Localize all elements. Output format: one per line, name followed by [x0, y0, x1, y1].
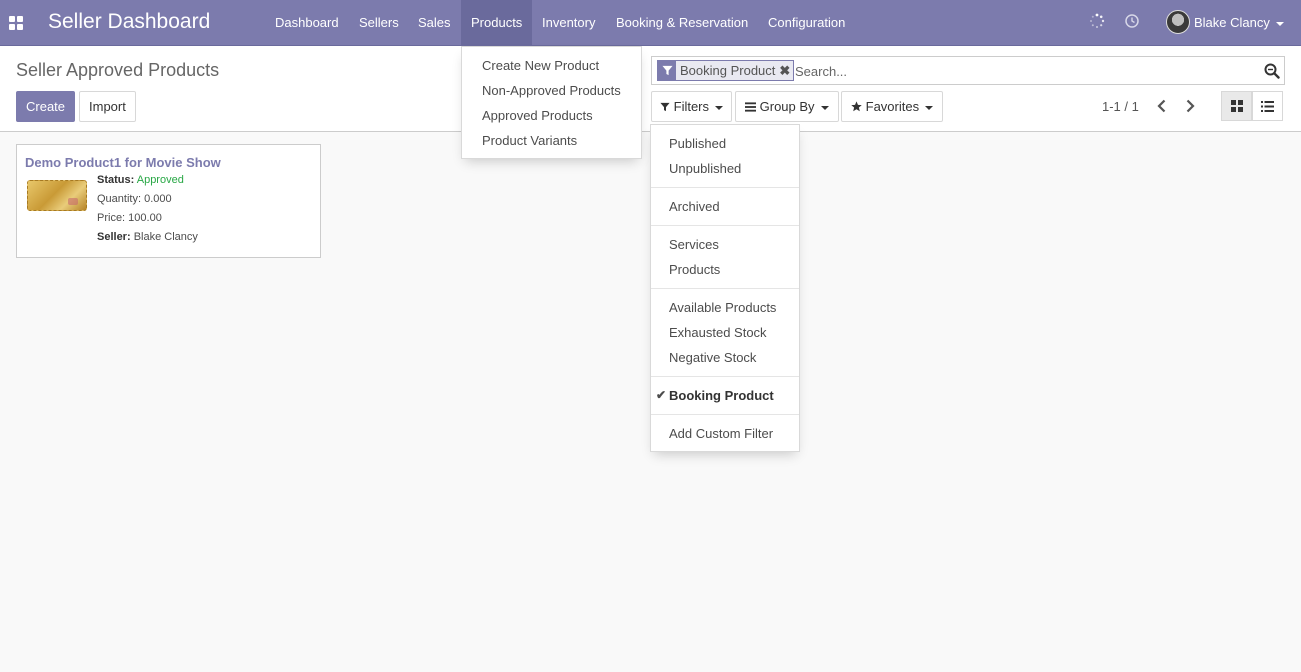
filter-booking-product-label: Booking Product [669, 388, 774, 403]
product-name[interactable]: Demo Product1 for Movie Show [25, 155, 221, 170]
avatar[interactable] [1166, 10, 1190, 34]
menu-divider [651, 187, 799, 188]
menu-sellers[interactable]: Sellers [349, 0, 409, 45]
menu-create-new-product[interactable]: Create New Product [462, 53, 641, 78]
filter-icon [658, 61, 676, 80]
quantity-line: Quantity: 0.000 [97, 193, 172, 205]
menu-inventory[interactable]: Inventory [532, 0, 605, 45]
pager-value[interactable]: 1-1 / 1 [1102, 99, 1139, 114]
menu-booking-reservation[interactable]: Booking & Reservation [606, 0, 758, 45]
filters-label: Filters [673, 99, 710, 114]
caret-down-icon [925, 105, 934, 110]
clock-icon[interactable] [1124, 13, 1140, 29]
filter-available-products[interactable]: Available Products [651, 295, 799, 320]
menu-dashboard[interactable]: Dashboard [265, 0, 349, 45]
star-icon [851, 101, 862, 112]
app-title: Seller Dashboard [48, 10, 211, 33]
kanban-grid-icon [1230, 100, 1243, 112]
menu-products[interactable]: Products [461, 0, 532, 45]
favorites-label: Favorites [865, 99, 920, 114]
list-icon [1261, 100, 1274, 112]
status-label: Status: [97, 174, 135, 186]
bars-icon [745, 102, 756, 112]
user-menu[interactable]: Blake Clancy [1194, 0, 1284, 45]
caret-down-icon [1275, 21, 1284, 26]
status-line: Status: Approved [97, 174, 184, 186]
add-custom-filter[interactable]: Add Custom Filter [651, 421, 799, 446]
search-input[interactable] [795, 61, 1195, 81]
products-dropdown: Create New Product Non-Approved Products… [461, 46, 642, 159]
facet-remove-icon[interactable]: ✖ [779, 63, 793, 79]
price-line: Price: 100.00 [97, 212, 162, 224]
kanban-view-button[interactable] [1221, 91, 1252, 121]
import-button[interactable]: Import [79, 91, 136, 122]
filters-dropdown: Published Unpublished Archived Services … [650, 124, 800, 452]
caret-down-icon [715, 105, 724, 110]
facet-label: Booking Product [680, 63, 776, 78]
apps-grid-icon[interactable] [9, 16, 23, 30]
menu-non-approved-products[interactable]: Non-Approved Products [462, 78, 641, 103]
filters-button[interactable]: Filters [651, 91, 733, 122]
menu-approved-products[interactable]: Approved Products [462, 103, 641, 128]
user-name: Blake Clancy [1194, 15, 1270, 30]
top-navbar: Seller Dashboard Dashboard Sellers Sales… [0, 0, 1301, 46]
group-by-button[interactable]: Group By [735, 91, 839, 122]
filter-booking-product[interactable]: ✔ Booking Product [651, 383, 799, 408]
filter-products[interactable]: Products [651, 257, 799, 282]
kanban-card[interactable]: Demo Product1 for Movie Show Status: App… [16, 144, 321, 258]
create-button[interactable]: Create [16, 91, 76, 122]
filter-archived[interactable]: Archived [651, 194, 799, 219]
menu-divider [651, 414, 799, 415]
menu-divider [651, 288, 799, 289]
menu-sales[interactable]: Sales [408, 0, 461, 45]
seller-line: Seller: Blake Clancy [97, 231, 198, 243]
page-title: Seller Approved Products [16, 60, 220, 80]
menu-divider [651, 376, 799, 377]
filter-services[interactable]: Services [651, 232, 799, 257]
search-facet: Booking Product ✖ [657, 60, 795, 81]
group-by-label: Group By [759, 99, 815, 114]
caret-down-icon [820, 105, 829, 110]
product-image [27, 180, 87, 211]
filter-published[interactable]: Published [651, 131, 799, 156]
favorites-button[interactable]: Favorites [841, 91, 944, 122]
menu-product-variants[interactable]: Product Variants [462, 128, 641, 153]
filter-icon [660, 102, 670, 112]
search-icon[interactable] [1264, 63, 1280, 79]
activity-spinner-icon[interactable] [1089, 13, 1105, 29]
seller-label: Seller: [97, 231, 131, 243]
menu-configuration[interactable]: Configuration [758, 0, 855, 45]
filter-negative-stock[interactable]: Negative Stock [651, 345, 799, 370]
filter-unpublished[interactable]: Unpublished [651, 156, 799, 181]
seller-value: Blake Clancy [133, 231, 198, 243]
chevron-right-icon[interactable] [1180, 96, 1200, 116]
filter-exhausted-stock[interactable]: Exhausted Stock [651, 320, 799, 345]
check-icon: ✔ [656, 388, 667, 402]
status-badge: Approved [136, 174, 184, 186]
control-panel: Seller Approved Products Create Import B… [0, 46, 1301, 132]
search-bar[interactable]: Booking Product ✖ [651, 56, 1285, 85]
chevron-left-icon[interactable] [1152, 96, 1172, 116]
list-view-button[interactable] [1252, 91, 1283, 121]
menu-divider [651, 225, 799, 226]
